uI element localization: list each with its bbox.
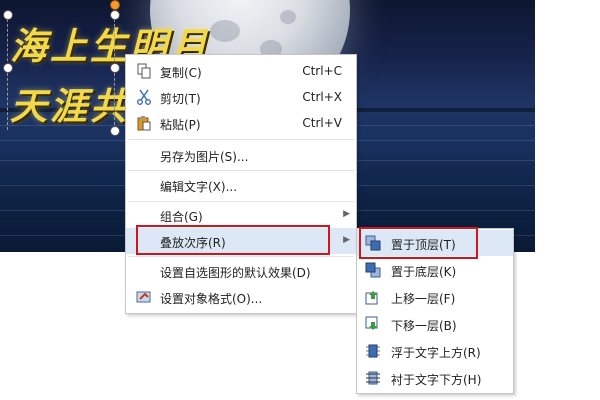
annotation-box-arrange-order <box>136 225 330 255</box>
menu-item-format-object[interactable]: 设置对象格式(O)... <box>126 284 356 310</box>
menu-item-save-as-picture[interactable]: 另存为图片(S)... <box>126 142 356 168</box>
menu-item-cut[interactable]: 剪切(T) Ctrl+X <box>126 84 356 110</box>
menu-item-send-to-back[interactable]: 置于底层(K) <box>357 257 513 283</box>
poem-line-2[interactable]: 天涯共 <box>10 76 130 130</box>
menu-item-behind-text[interactable]: 衬于文字下方(H) <box>357 365 513 391</box>
behind-text-icon <box>365 370 381 386</box>
annotation-box-bring-to-front <box>359 227 478 259</box>
menu-item-bring-forward[interactable]: 上移一层(F) <box>357 284 513 310</box>
send-backward-icon <box>365 316 381 332</box>
menu-item-send-backward[interactable]: 下移一层(B) <box>357 311 513 337</box>
menu-separator <box>128 256 354 257</box>
submenu-arrow-icon: ▶ <box>343 235 350 245</box>
menu-item-set-default-shape-effect[interactable]: 设置自选图形的默认效果(D) <box>126 258 356 284</box>
send-to-back-icon <box>365 262 381 278</box>
resize-handle[interactable] <box>3 10 13 20</box>
cut-icon <box>136 89 152 105</box>
resize-handle[interactable] <box>110 63 120 73</box>
resize-handle[interactable] <box>3 63 13 73</box>
menu-separator <box>128 139 354 140</box>
resize-handle[interactable] <box>110 10 120 20</box>
rotation-handle[interactable] <box>110 0 120 10</box>
context-menu: 复制(C) Ctrl+C 剪切(T) Ctrl+X 粘贴(P) Ctrl+V 另… <box>125 54 357 314</box>
in-front-of-text-icon <box>365 343 381 359</box>
paste-icon <box>136 115 152 131</box>
resize-handle[interactable] <box>110 126 120 136</box>
bring-forward-icon <box>365 289 381 305</box>
menu-item-edit-text[interactable]: 编辑文字(X)... <box>126 172 356 198</box>
menu-item-copy[interactable]: 复制(C) Ctrl+C <box>126 58 356 84</box>
menu-separator <box>128 170 354 171</box>
menu-item-paste[interactable]: 粘贴(P) Ctrl+V <box>126 110 356 136</box>
format-object-icon <box>136 289 152 305</box>
submenu-arrow-icon: ▶ <box>343 209 350 219</box>
copy-icon <box>136 63 152 79</box>
menu-item-in-front-of-text[interactable]: 浮于文字上方(R) <box>357 338 513 364</box>
